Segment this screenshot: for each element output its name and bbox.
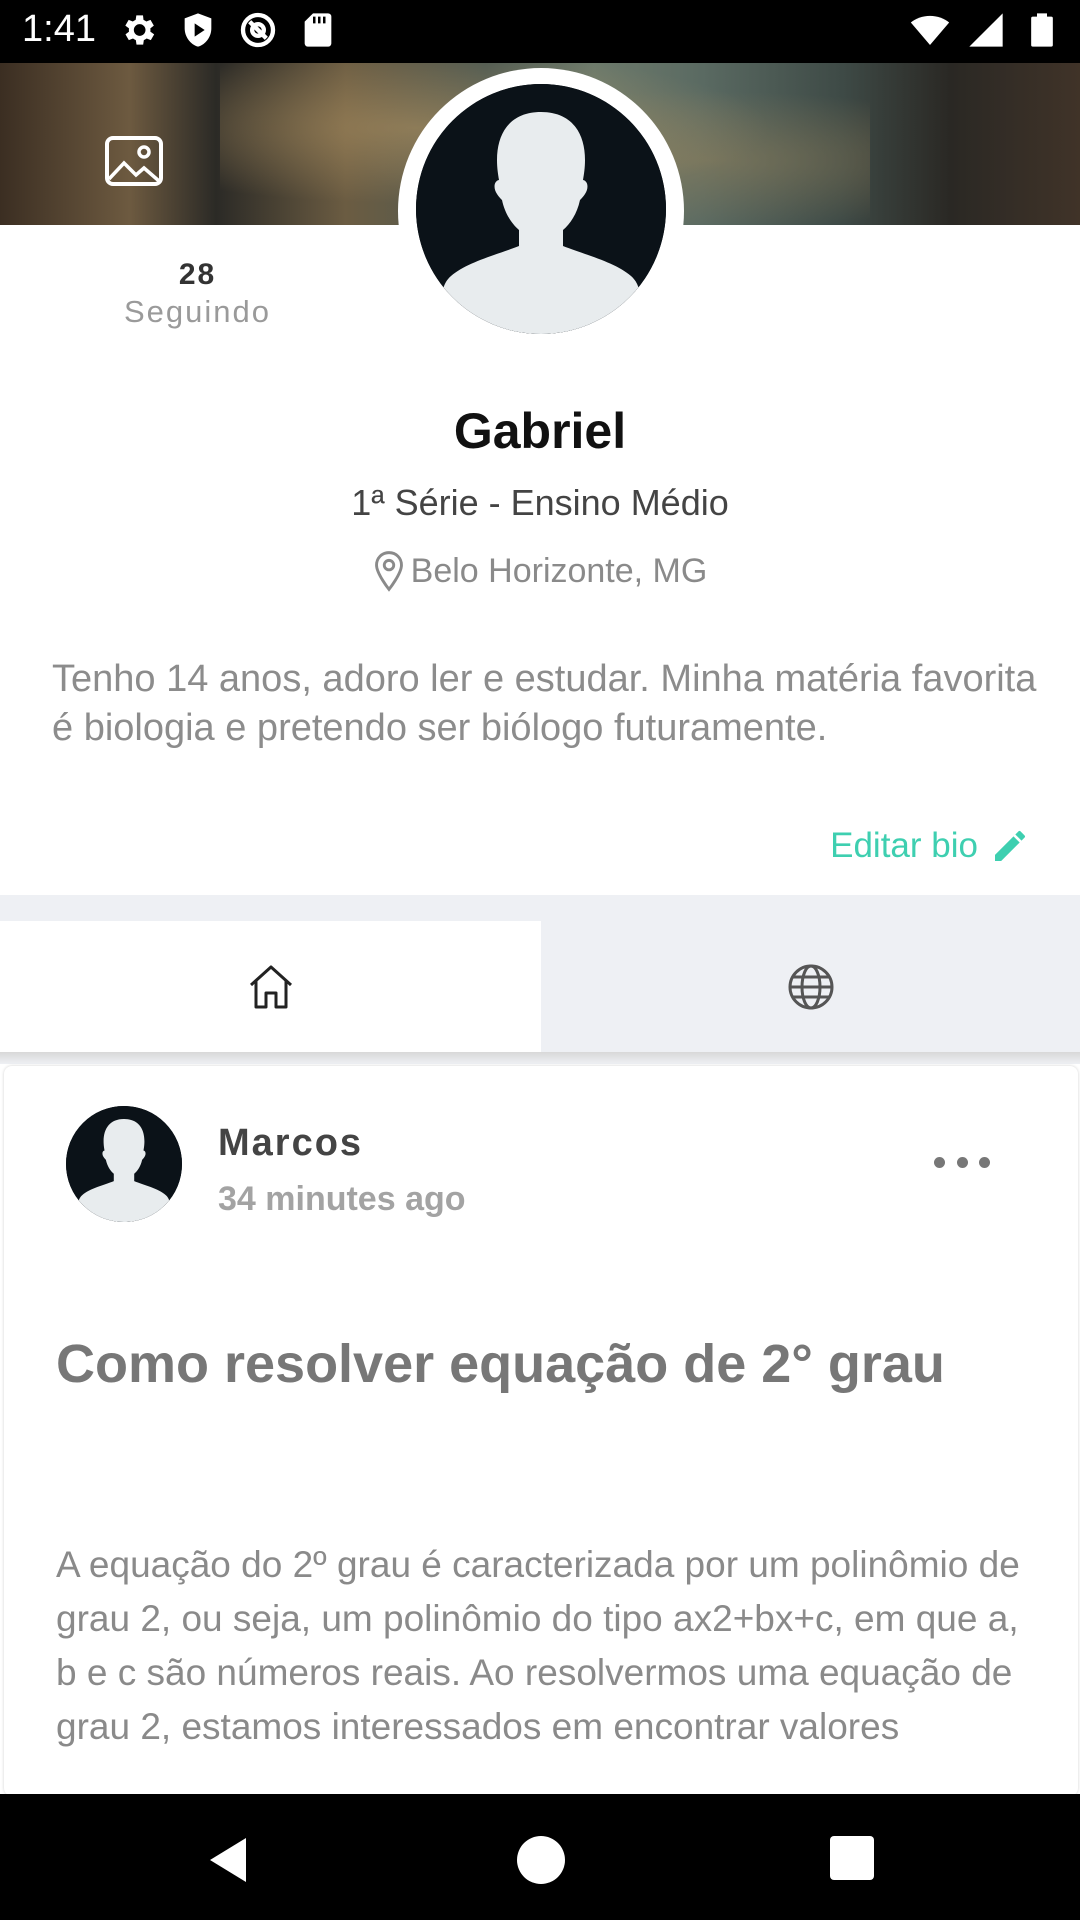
cell-signal-icon [969,13,1003,47]
edit-bio-label: Editar bio [830,826,978,865]
at-sign-icon [240,12,276,48]
status-time: 1:41 [22,8,96,50]
following-count: 28 [178,258,217,291]
status-icons-right [910,10,1062,50]
profile-name: Gabriel [453,403,627,459]
following-stat[interactable]: 28 Seguindo [100,258,295,330]
home-nav-icon[interactable] [517,1836,565,1884]
profile-grade: 1ª Série - Ensino Médio [351,482,729,523]
more-dot-icon [934,1156,945,1168]
post-author-name[interactable]: Marcos [218,1122,363,1165]
status-icons-left [118,10,338,50]
battery-icon [1031,13,1053,47]
recents-icon[interactable] [830,1836,874,1880]
post-body: A equação do 2º grau é caracterizada por… [56,1544,1020,1747]
sd-card-icon [304,13,332,47]
tab-world[interactable] [541,921,1080,1052]
profile-avatar[interactable] [416,84,666,334]
post-more-options-button[interactable] [934,1150,990,1174]
status-bar: 1:41 [0,0,1080,63]
edit-bio-button[interactable]: Editar bio [830,826,1030,866]
post-card[interactable]: Marcos 34 minutes ago Como resolver equa… [4,1066,1078,1796]
tab-home[interactable] [0,921,541,1052]
more-dot-icon [956,1156,968,1168]
location-pin-icon [374,551,403,592]
more-dot-icon [979,1156,990,1168]
home-icon [249,965,292,1008]
system-navigation-bar [0,1794,1080,1920]
profile-location: Belo Horizonte, MG [0,550,1080,592]
post-timestamp: 34 minutes ago [218,1180,466,1218]
back-icon[interactable] [200,1830,260,1890]
location-text: Belo Horizonte, MG [410,551,708,590]
profile-bio: Tenho 14 anos, adoro ler e estudar. Minh… [52,658,1037,749]
tabs-shadow [0,1052,1080,1064]
wifi-icon [910,15,950,45]
user-silhouette-icon [416,84,666,334]
globe-icon [788,964,833,1009]
post-title: Como resolver equação de 2° grau [56,1334,945,1394]
change-cover-image-icon[interactable] [104,135,164,187]
user-silhouette-icon [66,1106,182,1222]
play-protect-icon [184,13,212,47]
post-author-avatar[interactable] [66,1106,182,1222]
pencil-icon [995,831,1025,861]
settings-icon [125,15,155,45]
following-label: Seguindo [123,294,271,329]
